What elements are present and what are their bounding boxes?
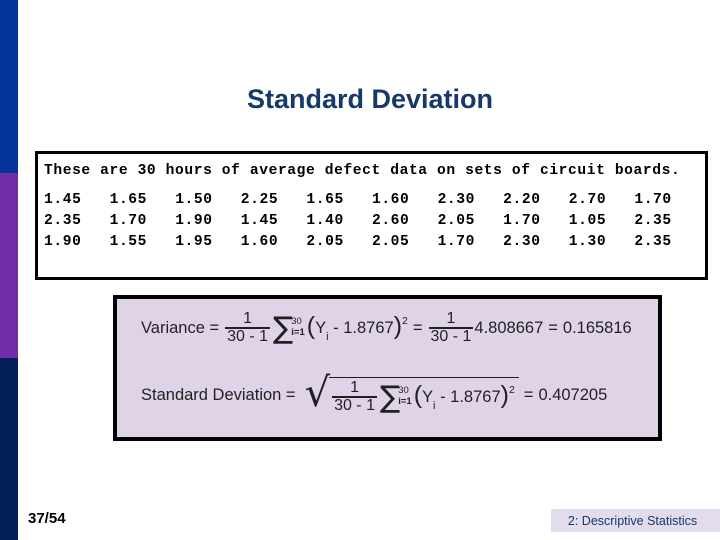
standard-deviation-formula: Standard Deviation = √ 1 30 - 1 ∑ 30 i=1 [141, 370, 608, 416]
term-rest: - 1.8767 [435, 388, 501, 407]
standard-deviation-label: Standard Deviation = [141, 386, 296, 405]
summation-limits: 30 i=1 [398, 385, 412, 408]
term-symbol: Y [422, 388, 434, 407]
data-cell: 1.70 [503, 213, 541, 229]
table-row: 1.45 1.65 1.50 2.25 1.65 1.60 2.30 2.20 … [44, 190, 700, 211]
sigma-icon: ∑ [379, 380, 401, 416]
squared-term-group: ( Yi - 1.8767 ) 2 [413, 381, 515, 413]
footer-chapter-label: 2: Descriptive Statistics [551, 509, 720, 532]
data-cell: 2.05 [437, 213, 475, 229]
data-cell: 2.60 [371, 213, 410, 229]
standard-deviation-result-value: 0.407205 [538, 386, 608, 405]
data-cell: 2.30 [503, 234, 541, 250]
term-subscript: i [326, 331, 329, 344]
table-row: 1.90 1.55 1.95 1.60 2.05 2.05 1.70 2.30 … [44, 232, 700, 253]
data-cell: 1.65 [306, 192, 344, 208]
term-expression: Yi - 1.8767 [422, 388, 501, 412]
data-cell: 2.30 [437, 192, 475, 208]
sigma-icon: ∑ [273, 311, 294, 347]
data-cell: 2.25 [240, 192, 279, 208]
data-cell: 2.35 [44, 213, 82, 229]
data-cell: 1.70 [634, 192, 672, 208]
defect-data-table: 1.45 1.65 1.50 2.25 1.65 1.60 2.30 2.20 … [44, 190, 700, 253]
stripe-segment-purple [0, 173, 18, 358]
data-cell: 2.70 [568, 192, 607, 208]
fraction-numerator: 1 [446, 310, 456, 327]
data-cell: 1.50 [175, 192, 213, 208]
summation-limits: 30 i=1 [291, 316, 305, 339]
sidebar-divider [29, 0, 31, 540]
variance-fraction-2: 1 30 - 1 [428, 310, 474, 345]
radicand: 1 30 - 1 ∑ 30 i=1 ( Yi - 1.8767) 2 [329, 377, 519, 414]
summation-group: ∑ 30 i=1 [273, 311, 305, 347]
data-cell: 1.05 [568, 213, 607, 229]
data-intro-text: These are 30 hours of average defect dat… [44, 163, 681, 179]
data-cell: 1.30 [568, 234, 607, 250]
paren-close: ) [393, 312, 403, 341]
data-cell: 1.45 [240, 213, 279, 229]
stdev-fraction: 1 30 - 1 [332, 379, 377, 414]
table-row: 2.35 1.70 1.90 1.45 1.40 2.60 2.05 1.70 … [44, 211, 700, 232]
summation-lower-limit: i=1 [291, 327, 305, 339]
data-cell: 2.05 [306, 234, 344, 250]
radical-icon: √ [304, 370, 331, 416]
variance-label: Variance = [141, 318, 220, 337]
equals-sign-1: = [412, 318, 423, 337]
stripe-segment-navy [0, 358, 18, 540]
page-title: Standard Deviation [246, 84, 494, 114]
equals-sign-2: = [548, 318, 558, 337]
term-exponent: 2 [508, 384, 515, 397]
data-cell: 1.65 [109, 192, 148, 208]
data-cell: 1.55 [109, 234, 148, 250]
variance-result-value: 0.165816 [562, 318, 632, 337]
summation-group: ∑ 30 i=1 [379, 380, 412, 416]
data-cell: 2.35 [634, 213, 672, 229]
variance-formula: Variance = 1 30 - 1 ∑ 30 i=1 ( Yi - 1.87… [141, 310, 632, 347]
fraction-numerator: 1 [350, 379, 359, 396]
formula-box: Variance = 1 30 - 1 ∑ 30 i=1 ( Yi - 1.87… [113, 295, 662, 441]
term-exponent: 2 [402, 315, 408, 328]
term-rest: - 1.8767 [328, 319, 394, 338]
data-cell: 2.20 [503, 192, 541, 208]
variance-fraction-1: 1 30 - 1 [225, 310, 271, 345]
data-cell: 2.05 [371, 234, 410, 250]
data-cell: 1.90 [175, 213, 213, 229]
fraction-denominator: 30 - 1 [227, 327, 269, 345]
paren-close: ) [500, 381, 509, 410]
data-cell: 1.40 [306, 213, 344, 229]
paren-open: ( [306, 312, 316, 341]
slide-canvas: Standard Deviation These are 30 hours of… [0, 0, 720, 540]
term-symbol: Y [315, 319, 327, 338]
data-cell: 1.70 [109, 213, 148, 229]
term-expression: Yi - 1.8767 [315, 319, 394, 344]
summation-lower-limit: i=1 [398, 396, 412, 408]
stripe-segment-blue [0, 0, 18, 173]
data-cell: 1.95 [175, 234, 213, 250]
data-text-box: These are 30 hours of average defect dat… [35, 151, 708, 280]
fraction-denominator: 30 - 1 [334, 396, 375, 414]
fraction-denominator: 30 - 1 [430, 327, 472, 345]
data-cell: 1.60 [240, 234, 279, 250]
data-box-spacer [44, 182, 700, 190]
data-cell: 1.70 [437, 234, 475, 250]
data-cell: 1.45 [44, 192, 82, 208]
square-root-group: √ 1 30 - 1 ∑ 30 i=1 (Yi - 1.8767) 2 [304, 370, 519, 416]
sum-of-squares-value: 4.808667 [474, 318, 544, 337]
data-cell: 1.90 [44, 234, 82, 250]
equals-sign: = [523, 386, 534, 405]
data-cell: 2.35 [634, 234, 672, 250]
fraction-numerator: 1 [243, 310, 253, 327]
paren-open: ( [413, 381, 423, 410]
page-number: 37/54 [28, 510, 66, 527]
squared-term-group: ( Yi - 1.8767 ) 2 [306, 312, 408, 344]
sidebar-accent-stripe [0, 0, 18, 540]
data-cell: 1.60 [371, 192, 410, 208]
